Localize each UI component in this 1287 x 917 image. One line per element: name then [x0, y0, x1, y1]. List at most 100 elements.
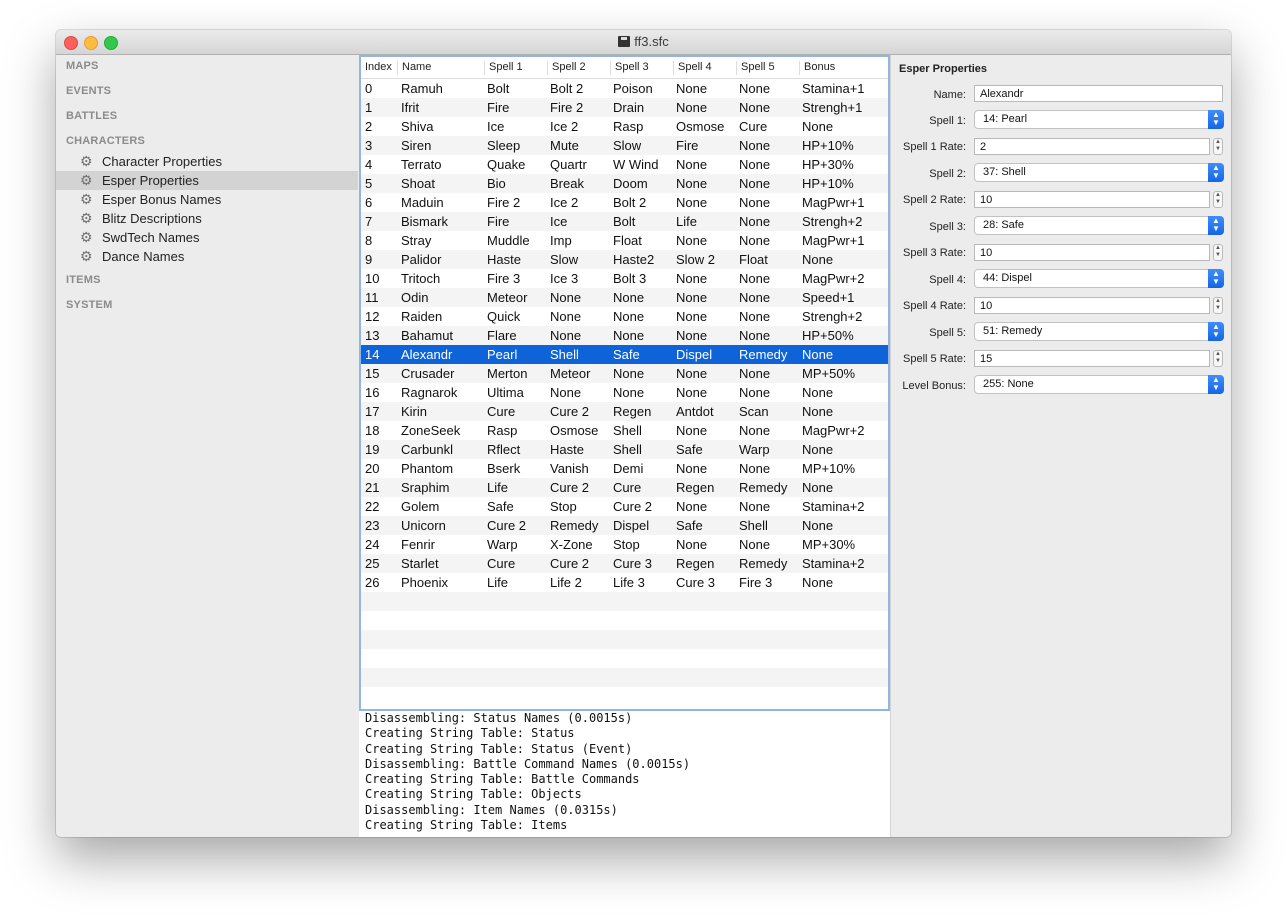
cell-spell-4: None: [676, 233, 708, 248]
table-row[interactable]: 11 Odin Meteor None None None None Speed+1: [361, 288, 888, 307]
cell-spell-1: Safe: [487, 499, 514, 514]
cell-spell-3: Safe: [613, 347, 640, 362]
empty-row: [361, 630, 888, 649]
spell-5-rate-field[interactable]: 15: [974, 350, 1210, 367]
column-header-bonus[interactable]: Bonus: [799, 61, 888, 75]
cell-spell-1: Cure: [487, 404, 516, 419]
cell-bonus: None: [802, 575, 834, 590]
cell-spell-5: Remedy: [739, 347, 788, 362]
table-row[interactable]: 25 Starlet Cure Cure 2 Cure 3 Regen Remedy Stam…: [361, 554, 888, 573]
spell-5-rate-stepper[interactable]: ▲ ▼: [1213, 350, 1223, 367]
spell-2-rate-field[interactable]: 10: [974, 191, 1210, 208]
sidebar-item-esper-bonus-names[interactable]: ⚙ Esper Bonus Names: [56, 190, 358, 209]
cell-spell-4: None: [676, 537, 708, 552]
table-row[interactable]: 15 Crusader Merton Meteor None None None MP+50%: [361, 364, 888, 383]
table-row[interactable]: 9 Palidor Haste Slow Haste2 Slow 2 Float None: [361, 250, 888, 269]
table-row[interactable]: 18 ZoneSeek Rasp Osmose Shell None None MagPwr+…: [361, 421, 888, 440]
table-row[interactable]: 8 Stray Muddle Imp Float None None MagPwr+1: [361, 231, 888, 250]
table-row[interactable]: 20 Phantom Bserk Vanish Demi None None MP+10%: [361, 459, 888, 478]
table-row[interactable]: 2 Shiva Ice Ice 2 Rasp Osmose Cure None: [361, 117, 888, 136]
cell-bonus: None: [802, 442, 834, 457]
spell-4-rate-field[interactable]: 10: [974, 297, 1210, 314]
sidebar-section-maps[interactable]: MAPS: [66, 60, 99, 72]
spell-3-rate-stepper[interactable]: ▲ ▼: [1213, 244, 1223, 261]
spell-3-rate-field[interactable]: 10: [974, 244, 1210, 261]
spell-2-rate-stepper[interactable]: ▲ ▼: [1213, 191, 1223, 208]
table-row[interactable]: 17 Kirin Cure Cure 2 Regen Antdot Scan None: [361, 402, 888, 421]
column-header-index[interactable]: Index: [361, 61, 396, 75]
table-row[interactable]: 22 Golem Safe Stop Cure 2 None None Stamina+2: [361, 497, 888, 516]
table-row[interactable]: 5 Shoat Bio Break Doom None None HP+10%: [361, 174, 888, 193]
name-field[interactable]: Alexandr: [974, 85, 1223, 102]
table-row[interactable]: 7 Bismark Fire Ice Bolt Life None Strengh+2: [361, 212, 888, 231]
table-row[interactable]: 16 Ragnarok Ultima None None None None None: [361, 383, 888, 402]
spell-1-rate-stepper[interactable]: ▲ ▼: [1213, 138, 1223, 155]
spell-4-select[interactable]: 44: Dispel ▲ ▼: [974, 269, 1224, 288]
console-log[interactable]: Disassembling: Status Names (0.0015s) Cre…: [359, 711, 890, 837]
cell-index: 0: [365, 81, 373, 96]
cell-bonus: None: [802, 119, 834, 134]
sidebar-item-esper-properties[interactable]: ⚙ Esper Properties: [56, 171, 358, 190]
spell-1-rate-field[interactable]: 2: [974, 138, 1210, 155]
cell-name: Phantom: [401, 461, 454, 476]
sidebar-section-events[interactable]: EVENTS: [66, 85, 111, 97]
table-row[interactable]: 0 Ramuh Bolt Bolt 2 Poison None None Stamina+1: [361, 79, 888, 98]
esper-table[interactable]: Index Name Spell 1 Spell 2 Spell 3 Spell…: [359, 55, 890, 711]
cell-spell-1: Fire: [487, 214, 510, 229]
table-row[interactable]: 21 Sraphim Life Cure 2 Cure Regen Remedy None: [361, 478, 888, 497]
cell-bonus: HP+50%: [802, 328, 854, 343]
spell-5-select[interactable]: 51: Remedy ▲ ▼: [974, 322, 1224, 341]
column-header-spell-1[interactable]: Spell 1: [484, 61, 547, 75]
table-row[interactable]: 19 Carbunkl Rflect Haste Shell Safe Warp None: [361, 440, 888, 459]
table-row[interactable]: 1 Ifrit Fire Fire 2 Drain None None Strengh+1: [361, 98, 888, 117]
cell-spell-1: Haste: [487, 252, 521, 267]
gear-icon: ⚙: [80, 153, 93, 169]
table-row[interactable]: 24 Fenrir Warp X-Zone Stop None None MP+30%: [361, 535, 888, 554]
table-row[interactable]: 4 Terrato Quake Quartr W Wind None None HP+30%: [361, 155, 888, 174]
sidebar-item-character-properties[interactable]: ⚙ Character Properties: [56, 152, 358, 171]
sidebar-item-swdtech-names[interactable]: ⚙ SwdTech Names: [56, 228, 358, 247]
table-row[interactable]: 13 Bahamut Flare None None None None HP+50%: [361, 326, 888, 345]
cell-spell-1: Fire 2: [487, 195, 521, 210]
column-header-spell-3[interactable]: Spell 3: [610, 61, 673, 75]
cell-spell-2: Meteor: [550, 366, 591, 381]
sidebar-section-items[interactable]: ITEMS: [66, 274, 101, 286]
cell-spell-2: Osmose: [550, 423, 599, 438]
column-header-name[interactable]: Name: [397, 61, 484, 75]
cell-name: Bahamut: [401, 328, 454, 343]
table-row[interactable]: 14 Alexandr Pearl Shell Safe Dispel Remedy None: [361, 345, 888, 364]
table-row[interactable]: 6 Maduin Fire 2 Ice 2 Bolt 2 None None MagPwr+1: [361, 193, 888, 212]
cell-spell-1: Rflect: [487, 442, 521, 457]
spell-1-select[interactable]: 14: Pearl ▲ ▼: [974, 110, 1224, 129]
level-bonus-select[interactable]: 255: None ▲ ▼: [974, 375, 1224, 394]
cell-spell-4: None: [676, 100, 708, 115]
sidebar-section-system[interactable]: SYSTEM: [66, 299, 112, 311]
column-header-spell-2[interactable]: Spell 2: [547, 61, 610, 75]
spell-2-select[interactable]: 37: Shell ▲ ▼: [974, 163, 1224, 182]
sidebar-item-label: Dance Names: [102, 249, 185, 264]
table-row[interactable]: 12 Raiden Quick None None None None Strengh+2: [361, 307, 888, 326]
cell-spell-1: Cure 2: [487, 518, 527, 533]
sidebar-section-battles[interactable]: BATTLES: [66, 110, 117, 122]
table-row[interactable]: 10 Tritoch Fire 3 Ice 3 Bolt 3 None None MagPwr…: [361, 269, 888, 288]
table-row[interactable]: 26 Phoenix Life Life 2 Life 3 Cure 3 Fire 3 Non…: [361, 573, 888, 592]
spell-4-rate-stepper[interactable]: ▲ ▼: [1213, 297, 1223, 314]
cell-spell-5: None: [739, 100, 771, 115]
sidebar-item-blitz-descriptions[interactable]: ⚙ Blitz Descriptions: [56, 209, 358, 228]
cell-name: Alexandr: [401, 347, 453, 362]
cell-spell-3: Slow: [613, 138, 642, 153]
title-bar[interactable]: ff3.sfc: [56, 30, 1231, 55]
sidebar-section-characters[interactable]: CHARACTERS: [66, 135, 145, 147]
cell-spell-5: None: [739, 81, 771, 96]
cell-spell-4: None: [676, 176, 708, 191]
cell-spell-1: Sleep: [487, 138, 521, 153]
column-header-spell-5[interactable]: Spell 5: [736, 61, 799, 75]
cell-bonus: None: [802, 252, 834, 267]
sidebar-item-dance-names[interactable]: ⚙ Dance Names: [56, 247, 358, 266]
spell-3-select[interactable]: 28: Safe ▲ ▼: [974, 216, 1224, 235]
column-header-spell-4[interactable]: Spell 4: [673, 61, 736, 75]
cell-spell-3: None: [613, 385, 645, 400]
table-row[interactable]: 23 Unicorn Cure 2 Remedy Dispel Safe Shell None: [361, 516, 888, 535]
table-row[interactable]: 3 Siren Sleep Mute Slow Fire None HP+10%: [361, 136, 888, 155]
cell-bonus: Stamina+2: [802, 499, 865, 514]
